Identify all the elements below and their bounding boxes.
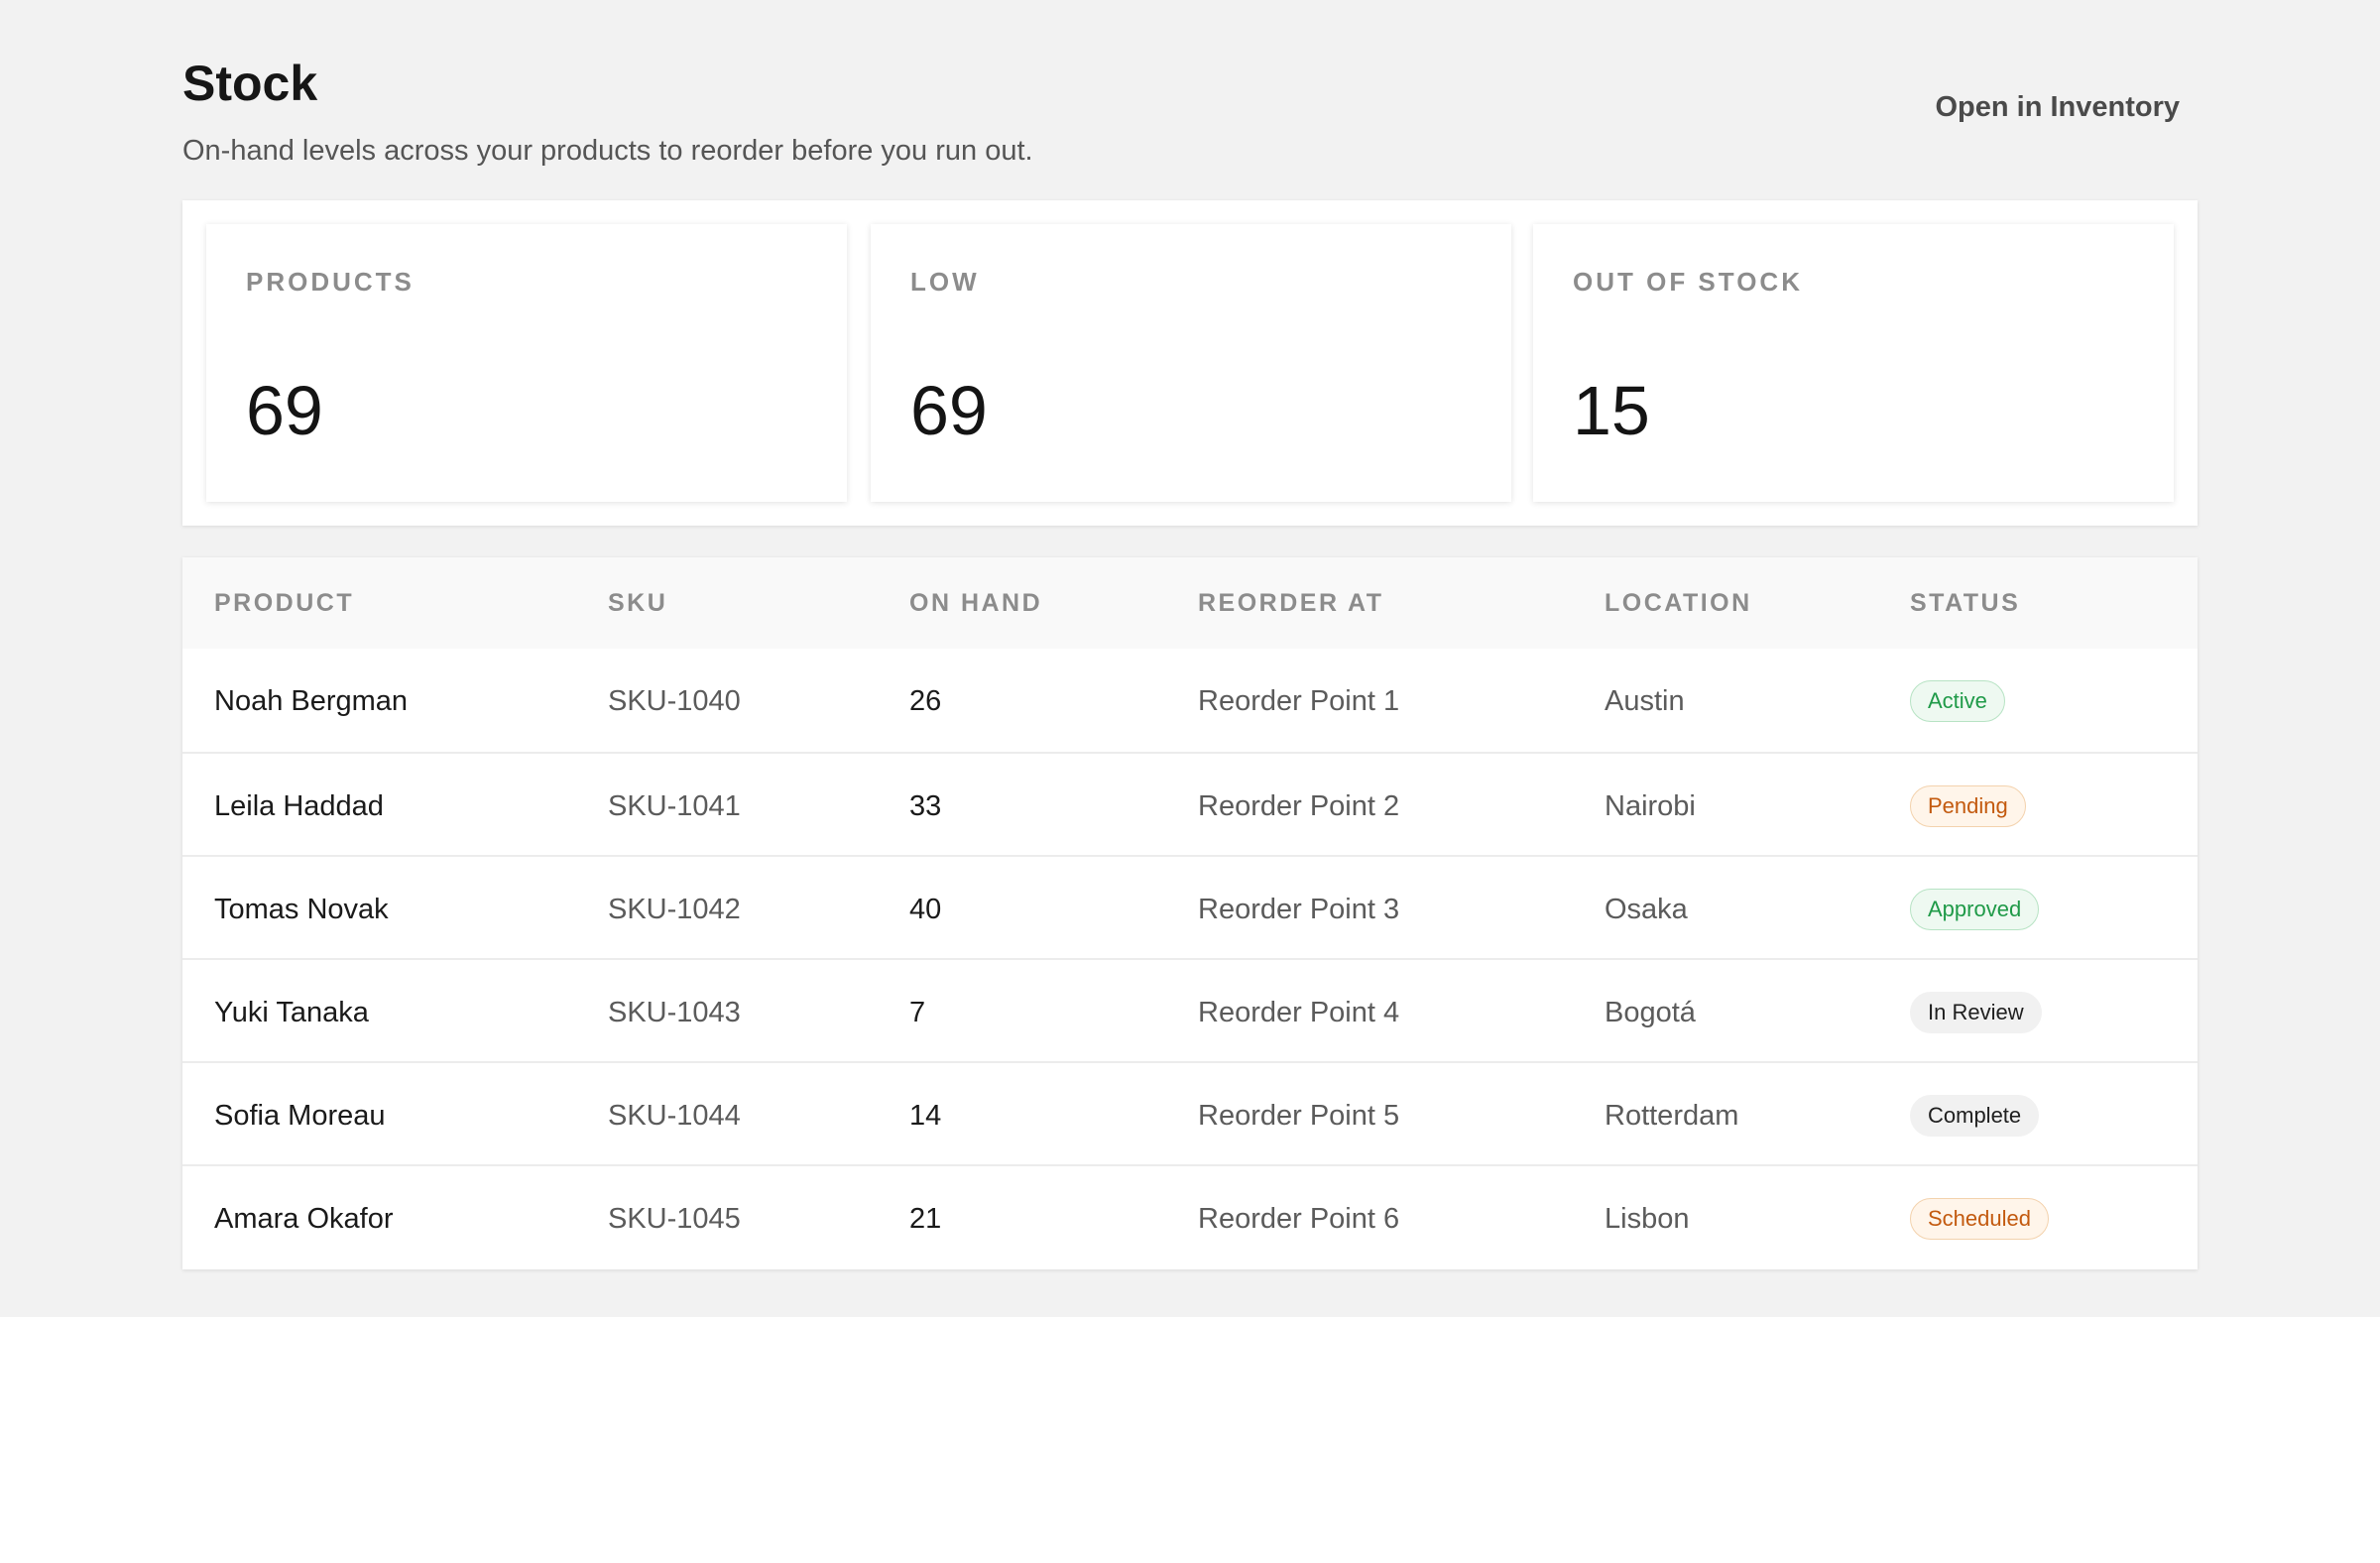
column-header-on-hand[interactable]: ON HAND (909, 585, 1042, 621)
kpi-value: 69 (246, 372, 323, 449)
table-row[interactable]: Amara Okafor SKU-1045 21 Reorder Point 6… (182, 1164, 2198, 1267)
kpi-label: OUT OF STOCK (1573, 267, 1803, 297)
table-row[interactable]: Leila Haddad SKU-1041 33 Reorder Point 2… (182, 752, 2198, 855)
status-badge: Pending (1910, 785, 2026, 827)
cell-reorder-at: Reorder Point 4 (1198, 997, 1400, 1028)
status-badge: Active (1910, 680, 2005, 722)
column-header-product[interactable]: PRODUCT (214, 585, 354, 621)
cell-reorder-at: Reorder Point 6 (1198, 1203, 1400, 1235)
cell-location: Austin (1605, 685, 1685, 717)
table-row[interactable]: Noah Bergman SKU-1040 26 Reorder Point 1… (182, 649, 2198, 752)
column-header-reorder-at[interactable]: REORDER AT (1198, 585, 1384, 621)
cell-reorder-at: Reorder Point 2 (1198, 790, 1400, 822)
cell-reorder-at: Reorder Point 5 (1198, 1100, 1400, 1132)
cell-on-hand: 33 (909, 790, 942, 822)
status-badge: Scheduled (1910, 1198, 2049, 1240)
kpi-card-out-of-stock: OUT OF STOCK 15 (1533, 224, 2174, 502)
cell-on-hand: 26 (909, 685, 942, 717)
stock-page: Stock On-hand levels across your product… (0, 0, 2380, 1317)
kpi-panel: PRODUCTS 69 LOW 69 OUT OF STOCK 15 (182, 200, 2198, 526)
cell-product: Yuki Tanaka (214, 997, 369, 1028)
kpi-value: 15 (1573, 372, 1650, 449)
cell-product: Noah Bergman (214, 685, 409, 717)
cell-on-hand: 7 (909, 997, 926, 1028)
cell-sku: SKU-1044 (608, 1100, 741, 1132)
cell-sku: SKU-1042 (608, 894, 741, 925)
cell-sku: SKU-1041 (608, 790, 741, 822)
cell-sku: SKU-1043 (608, 997, 741, 1028)
table-row[interactable]: Sofia Moreau SKU-1044 14 Reorder Point 5… (182, 1061, 2198, 1164)
cell-location: Bogotá (1605, 997, 1696, 1028)
open-in-inventory-link[interactable]: Open in Inventory (1935, 85, 2180, 129)
status-badge: Approved (1910, 889, 2040, 930)
status-badge: In Review (1910, 992, 2042, 1033)
cell-on-hand: 40 (909, 894, 942, 925)
table-row[interactable]: Tomas Novak SKU-1042 40 Reorder Point 3 … (182, 855, 2198, 958)
cell-sku: SKU-1045 (608, 1203, 741, 1235)
cell-on-hand: 21 (909, 1203, 942, 1235)
status-badge: Complete (1910, 1095, 2040, 1137)
cell-location: Rotterdam (1605, 1100, 1739, 1132)
kpi-value: 69 (910, 372, 988, 449)
kpi-label: PRODUCTS (246, 267, 415, 297)
cell-product: Leila Haddad (214, 790, 384, 822)
cell-location: Nairobi (1605, 790, 1696, 822)
page-subtitle: On-hand levels across your products to r… (182, 135, 1033, 167)
cell-sku: SKU-1040 (608, 685, 741, 717)
stock-table: PRODUCT SKU ON HAND REORDER AT LOCATION … (182, 557, 2198, 1269)
cell-location: Lisbon (1605, 1203, 1690, 1235)
cell-product: Tomas Novak (214, 894, 389, 925)
table-row[interactable]: Yuki Tanaka SKU-1043 7 Reorder Point 4 B… (182, 958, 2198, 1061)
kpi-card-low: LOW 69 (871, 224, 1511, 502)
cell-product: Amara Okafor (214, 1203, 394, 1235)
column-header-sku[interactable]: SKU (608, 585, 667, 621)
cell-reorder-at: Reorder Point 3 (1198, 894, 1400, 925)
table-header: PRODUCT SKU ON HAND REORDER AT LOCATION … (182, 557, 2198, 649)
cell-reorder-at: Reorder Point 1 (1198, 685, 1400, 717)
cell-on-hand: 14 (909, 1100, 942, 1132)
column-header-status[interactable]: STATUS (1910, 585, 2020, 621)
page-title: Stock (182, 56, 318, 111)
kpi-card-products: PRODUCTS 69 (206, 224, 847, 502)
column-header-location[interactable]: LOCATION (1605, 585, 1752, 621)
kpi-label: LOW (910, 267, 980, 297)
page-header: Stock On-hand levels across your product… (182, 52, 2198, 171)
cell-location: Osaka (1605, 894, 1688, 925)
cell-product: Sofia Moreau (214, 1100, 386, 1132)
